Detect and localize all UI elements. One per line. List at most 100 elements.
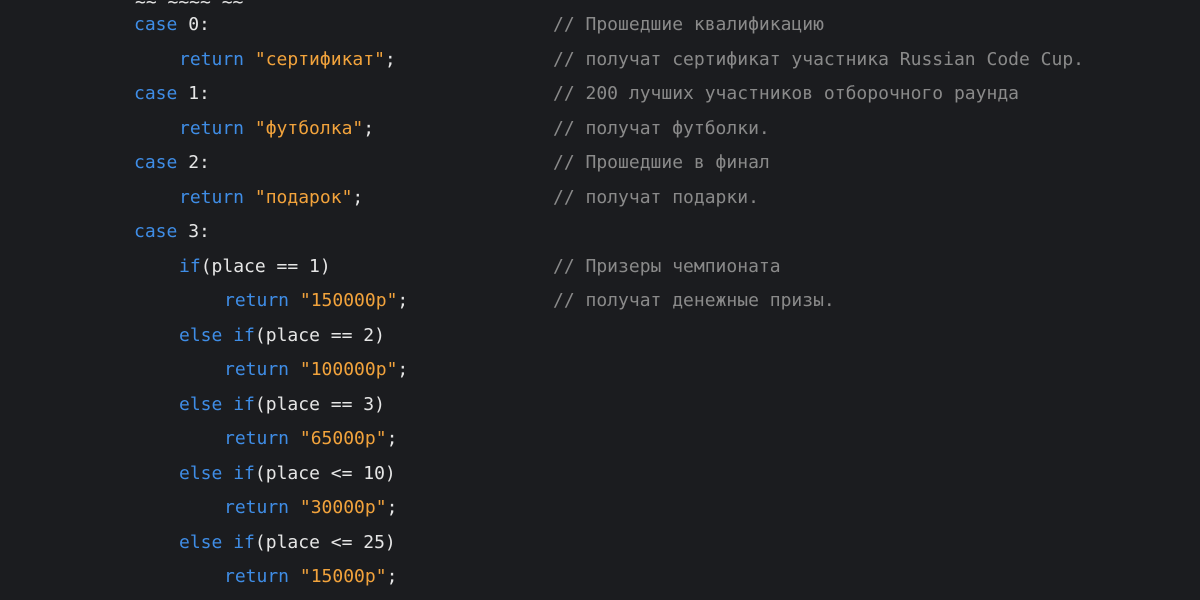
code-line: else if(place == 2) [0,319,1200,354]
code-line: return "100000р"; [0,353,1200,388]
code-text: else if(place <= 10) [179,457,396,492]
code-comment: // Призеры чемпионата [553,255,781,277]
code-token: ; [384,48,396,70]
code-line: return "65000р"; [0,422,1200,457]
keyword-token: return [224,428,290,449]
keyword-token: return [224,359,290,380]
keyword-token: case [134,14,178,35]
string-token: "150000р" [299,290,398,311]
keyword-token: if [233,324,255,346]
string-token: "30000р" [299,497,387,518]
code-line: case 1: // 200 лучших участников отборочн… [0,77,1200,112]
code-line: if(place == 1) // Призеры чемпионата [0,250,1200,285]
code-text: else if(place == 3) [179,388,385,423]
keyword-token: else [179,462,223,484]
keyword-token: if [179,255,201,277]
code-token: (place <= 10) [254,462,396,484]
code-line: return "15000р"; [0,560,1200,595]
code-line: case 3: [0,215,1200,250]
string-token: "подарок" [254,186,353,208]
keyword-token: if [233,462,255,484]
keyword-token: else [179,393,223,415]
code-text: else if(place == 2) [179,319,385,354]
code-token: 0: [177,14,210,35]
code-text: return "30000р"; [224,491,397,526]
code-token: ; [363,117,375,139]
keyword-token: case [134,83,178,104]
code-text: case 3: [134,215,210,250]
code-text: case 1: [134,77,210,112]
string-token: "15000р" [299,566,387,587]
code-token: (place == 3) [254,393,385,415]
code-line: return "футболка"; // получат футболки. [0,112,1200,147]
string-token: "сертификат" [254,48,385,70]
keyword-token: else [179,531,223,553]
code-text: case 2: [134,146,210,181]
code-token: ; [386,566,398,587]
code-line: else if(place == 3) [0,388,1200,423]
code-token: (place <= 25) [254,531,396,553]
code-comment: // Прошедшие в финал [553,152,770,173]
code-token: ; [397,290,409,311]
code-line: case 0: // Прошедшие квалификацию [0,8,1200,43]
code-line: case 2: // Прошедшие в финал [0,146,1200,181]
code-token: ; [386,428,398,449]
code-comment: // Прошедшие квалификацию [553,14,824,35]
keyword-token: if [233,531,255,553]
code-line: else if(place <= 10) [0,457,1200,492]
keyword-token: return [179,117,245,139]
code-token: ; [386,497,398,518]
code-text: return "100000р"; [224,353,408,388]
code-token: (place == 1) [200,255,331,277]
code-comment: // получат футболки. [553,117,770,139]
code-comment: // получат сертификат участника Russian … [553,48,1085,70]
code-line: else if(place <= 25) [0,526,1200,561]
code-text: if(place == 1) [179,250,331,285]
code-text: return "150000р"; [224,284,408,319]
code-token: 2: [177,152,210,173]
code-text: return "сертификат"; [179,43,396,78]
code-token: (place == 2) [254,324,385,346]
keyword-token: else [179,324,223,346]
string-token: "100000р" [299,359,398,380]
string-token: "футболка" [254,117,364,139]
code-text: else if(place <= 25) [179,526,396,561]
string-token: "65000р" [299,428,387,449]
code-line: return "сертификат"; // получат сертифика… [0,43,1200,78]
code-text: return "65000р"; [224,422,397,457]
keyword-token: return [224,566,290,587]
code-text: return "подарок"; [179,181,363,216]
keyword-token: return [179,186,245,208]
code-comment: // получат подарки. [553,186,759,208]
code-line: return "150000р"; // получат денежные при… [0,284,1200,319]
keyword-token: return [179,48,245,70]
code-text: case 0: [134,8,210,43]
code-token: ; [352,186,364,208]
code-token: ; [397,359,409,380]
code-editor[interactable]: ~~ ~~~~ ~~ case 0:// Прошедшие квалифика… [0,0,1200,600]
code-text: return "15000р"; [224,560,397,595]
code-token: 3: [177,221,210,242]
keyword-token: if [233,393,255,415]
keyword-token: return [224,497,290,518]
keyword-token: case [134,152,178,173]
code-line: return "подарок"; // получат подарки. [0,181,1200,216]
code-token: 1: [177,83,210,104]
code-line: return "30000р"; [0,491,1200,526]
code-comment: // 200 лучших участников отборочного рау… [553,83,1019,104]
keyword-token: return [224,290,290,311]
code-text: return "футболка"; [179,112,374,147]
keyword-token: case [134,221,178,242]
